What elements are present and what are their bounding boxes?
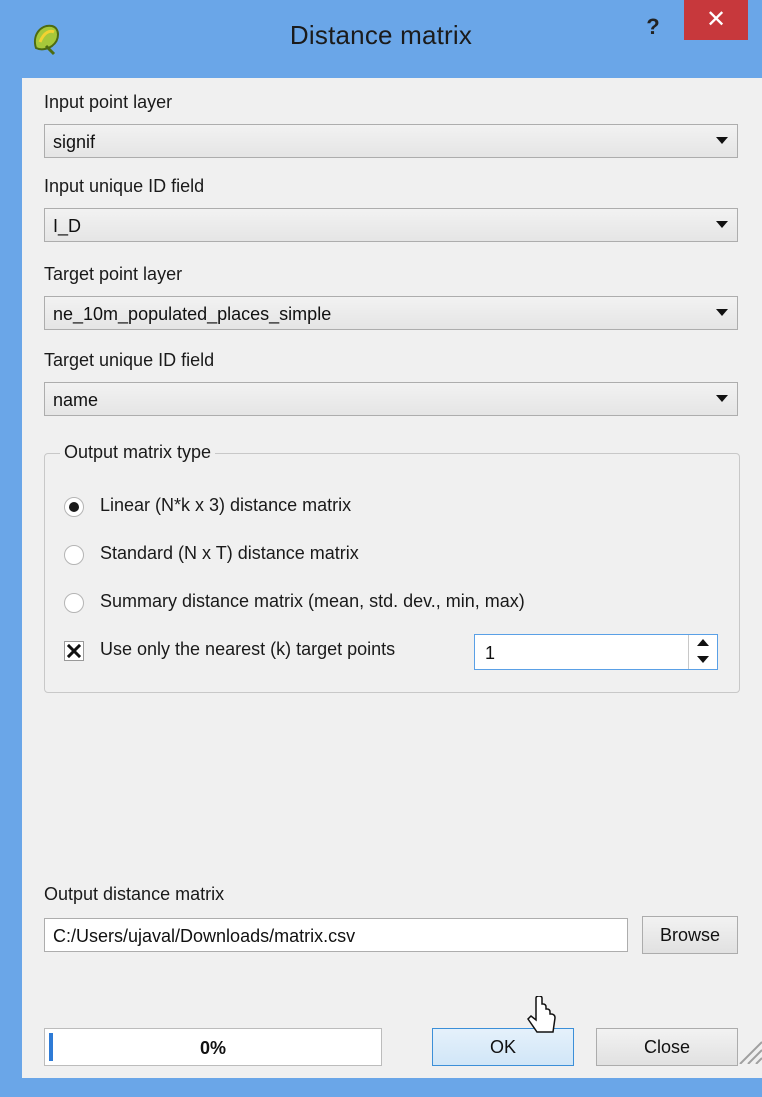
spin-down-icon[interactable]	[689, 652, 717, 669]
progress-text: 0%	[199, 1038, 226, 1058]
target-unique-id-label: Target unique ID field	[44, 350, 215, 370]
progress-bar: 0%	[44, 1028, 382, 1066]
target-point-layer-combo[interactable]: ne_10m_populated_places_simple	[44, 296, 738, 330]
target-unique-id-value: name	[53, 390, 99, 410]
nearest-checkbox-label: Use only the nearest (k) target points	[100, 639, 396, 659]
radio-button[interactable]	[64, 545, 84, 565]
close-button[interactable]: Close	[596, 1028, 738, 1066]
input-point-layer-label: Input point layer	[44, 92, 173, 112]
input-unique-id-value: I_D	[53, 216, 82, 236]
dialog-window: Distance matrix ? ✕ Input point layer si…	[0, 0, 762, 1097]
radio-label: Summary distance matrix (mean, std. dev.…	[100, 591, 525, 611]
radio-label: Standard (N x T) distance matrix	[100, 543, 359, 563]
chevron-down-icon[interactable]	[707, 383, 737, 415]
browse-button[interactable]: Browse	[642, 916, 738, 954]
output-matrix-type-title: Output matrix type	[60, 442, 216, 463]
resize-grip-icon[interactable]	[732, 1028, 762, 1065]
radio-button[interactable]	[64, 497, 84, 517]
spin-up-icon[interactable]	[689, 635, 717, 652]
nearest-k-value: 1	[485, 643, 496, 663]
input-unique-id-label: Input unique ID field	[44, 176, 205, 196]
input-unique-id-combo[interactable]: I_D	[44, 208, 738, 242]
dialog-body: Input point layer signif Input unique ID…	[22, 78, 762, 1078]
target-unique-id-combo[interactable]: name	[44, 382, 738, 416]
window-close-button[interactable]: ✕	[684, 0, 748, 40]
target-point-layer-label: Target point layer	[44, 264, 183, 284]
help-button[interactable]: ?	[640, 12, 666, 42]
close-icon: ✕	[705, 6, 727, 33]
output-path-input[interactable]: C:/Users/ujaval/Downloads/matrix.csv	[44, 918, 628, 952]
output-distance-matrix-label: Output distance matrix	[44, 884, 225, 904]
chevron-down-icon[interactable]	[707, 297, 737, 329]
chevron-down-icon[interactable]	[707, 125, 737, 157]
title-bar[interactable]: Distance matrix ? ✕	[0, 0, 762, 78]
nearest-checkbox[interactable]	[64, 641, 84, 661]
input-point-layer-value: signif	[53, 132, 96, 152]
mouse-cursor-icon	[526, 995, 560, 1046]
spin-buttons	[688, 635, 717, 669]
input-point-layer-combo[interactable]: signif	[44, 124, 738, 158]
nearest-k-spinbox[interactable]: 1	[474, 634, 718, 670]
radio-button[interactable]	[64, 593, 84, 613]
check-x-icon	[67, 644, 81, 658]
radio-label: Linear (N*k x 3) distance matrix	[100, 495, 352, 515]
target-point-layer-value: ne_10m_populated_places_simple	[53, 304, 332, 324]
output-path-value: C:/Users/ujaval/Downloads/matrix.csv	[53, 926, 356, 946]
chevron-down-icon[interactable]	[707, 209, 737, 241]
